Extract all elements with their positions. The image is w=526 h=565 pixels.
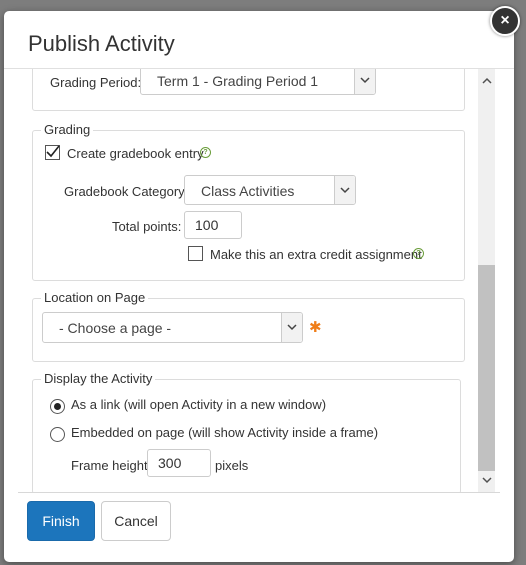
publish-activity-dialog: Publish Activity Grading Period: Term 1 … (4, 11, 514, 562)
frame-height-label: Frame height (71, 458, 148, 473)
gradebook-category-label: Gradebook Category: (64, 184, 189, 199)
chevron-down-icon (340, 187, 350, 194)
finish-button[interactable]: Finish (27, 501, 95, 541)
dialog-title: Publish Activity (28, 31, 175, 56)
chevron-down-icon (287, 324, 297, 331)
create-gradebook-entry-label: Create gradebook entry (67, 146, 204, 161)
grading-legend: Grading (41, 122, 94, 137)
close-icon: × (500, 12, 510, 29)
chevron-up-icon[interactable] (478, 73, 495, 90)
frame-height-unit: pixels (215, 458, 249, 473)
total-points-input[interactable]: 100 (184, 211, 242, 239)
location-page-select[interactable]: - Choose a page - (42, 312, 303, 343)
location-page-value: - Choose a page - (59, 320, 172, 336)
footer-divider (18, 492, 500, 493)
dialog-body: Grading Period: Term 1 - Grading Period … (4, 69, 496, 493)
chevron-down-icon (360, 77, 370, 84)
help-circle-icon[interactable]: ? (413, 248, 424, 259)
grading-period-label: Grading Period: (50, 75, 142, 90)
help-circle-icon[interactable]: ? (200, 147, 211, 158)
gradebook-category-select[interactable]: Class Activities (184, 175, 356, 205)
frame-height-input[interactable]: 300 (147, 449, 211, 477)
required-asterisk-icon: ✱ (309, 319, 322, 336)
gradebook-category-value: Class Activities (201, 183, 295, 199)
close-button[interactable]: × (490, 6, 520, 36)
cancel-button[interactable]: Cancel (101, 501, 171, 541)
grading-period-value: Term 1 - Grading Period 1 (157, 73, 319, 89)
display-as-link-radio[interactable] (50, 399, 65, 414)
create-gradebook-entry-checkbox[interactable] (45, 145, 60, 160)
dialog-scrollbar[interactable] (478, 69, 495, 493)
display-embedded-label: Embedded on page (will show Activity ins… (71, 425, 379, 440)
extra-credit-label: Make this an extra credit assignment (210, 247, 422, 262)
grading-period-select[interactable]: Term 1 - Grading Period 1 (140, 69, 376, 95)
checkmark-icon (46, 145, 60, 158)
scrollbar-thumb[interactable] (478, 265, 495, 471)
display-legend: Display the Activity (41, 371, 156, 386)
chevron-down-icon[interactable] (478, 473, 495, 490)
display-as-link-label: As a link (will open Activity in a new w… (71, 397, 327, 412)
total-points-label: Total points: (112, 219, 182, 234)
display-embedded-radio[interactable] (50, 427, 65, 442)
extra-credit-checkbox[interactable] (188, 246, 203, 261)
location-legend: Location on Page (41, 290, 149, 305)
